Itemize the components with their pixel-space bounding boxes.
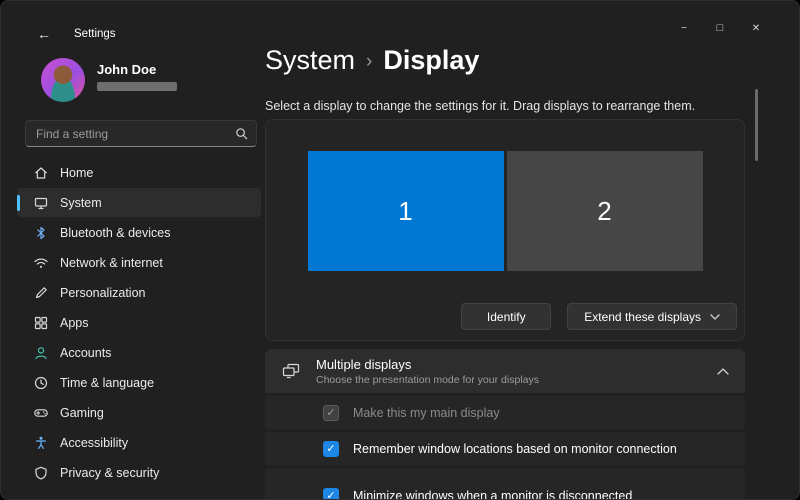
sidebar-item-label: Personalization	[60, 286, 145, 300]
gamepad-icon	[33, 405, 49, 421]
sidebar-item-label: Bluetooth & devices	[60, 226, 171, 240]
user-name: John Doe	[97, 62, 156, 77]
sidebar-item-label: Network & internet	[60, 256, 163, 270]
sidebar-item-label: Accessibility	[60, 436, 128, 450]
avatar	[41, 58, 85, 102]
sidebar-item-label: Accounts	[60, 346, 111, 360]
sidebar-item-label: Home	[60, 166, 93, 180]
option-make-main-display: ✓ Make this my main display	[265, 396, 745, 429]
display-1[interactable]: 1	[308, 151, 504, 271]
search-icon[interactable]	[234, 126, 249, 141]
extend-displays-label: Extend these displays	[584, 310, 701, 324]
multiple-displays-icon	[281, 361, 301, 381]
scrollbar-thumb[interactable]	[755, 89, 758, 161]
titlebar: ← Settings	[31, 23, 116, 45]
settings-window: ← Settings − □ ✕ John Doe Home	[0, 0, 800, 500]
window-controls: − □ ✕	[666, 15, 774, 41]
sidebar-item-accounts[interactable]: Accounts	[17, 338, 261, 367]
checkbox-make-main-display[interactable]: ✓	[323, 405, 339, 421]
sidebar-item-label: Gaming	[60, 406, 104, 420]
checkbox-minimize-windows[interactable]: ✓	[323, 488, 339, 500]
sidebar-item-personalization[interactable]: Personalization	[17, 278, 261, 307]
sidebar-item-privacy-security[interactable]: Privacy & security	[17, 458, 261, 487]
maximize-button[interactable]: □	[702, 15, 738, 41]
sidebar-item-label: Time & language	[60, 376, 154, 390]
display-description: Select a display to change the settings …	[265, 99, 695, 113]
sidebar-nav: Home System Bluetooth & devices Net	[17, 158, 261, 488]
sidebar-item-home[interactable]: Home	[17, 158, 261, 187]
minimize-button[interactable]: −	[666, 15, 702, 41]
home-icon	[33, 165, 49, 181]
chevron-down-icon	[710, 314, 720, 320]
sidebar-item-apps[interactable]: Apps	[17, 308, 261, 337]
user-profile[interactable]: John Doe	[41, 58, 261, 106]
expander-subtitle: Choose the presentation mode for your di…	[316, 374, 702, 386]
page-title: Display	[383, 45, 479, 76]
multiple-displays-expander[interactable]: Multiple displays Choose the presentatio…	[265, 349, 745, 393]
identify-button[interactable]: Identify	[461, 303, 551, 330]
display-actions: Identify Extend these displays	[461, 303, 737, 330]
apps-icon	[33, 315, 49, 331]
chevron-up-icon[interactable]	[717, 368, 729, 375]
clock-icon	[33, 375, 49, 391]
sidebar-item-label: System	[60, 196, 102, 210]
shield-icon	[33, 465, 49, 481]
user-account-redacted	[97, 82, 177, 91]
breadcrumb-system[interactable]: System	[265, 45, 355, 76]
back-button[interactable]: ←	[31, 23, 57, 45]
bluetooth-icon	[33, 225, 49, 241]
app-title: Settings	[74, 28, 116, 40]
display-arrangement-card: 1 2 Identify Extend these displays	[265, 119, 745, 341]
wifi-icon	[33, 255, 49, 271]
sidebar-item-system[interactable]: System	[17, 188, 261, 217]
extend-displays-dropdown[interactable]: Extend these displays	[567, 303, 737, 330]
close-button[interactable]: ✕	[738, 15, 774, 41]
sidebar-item-network-internet[interactable]: Network & internet	[17, 248, 261, 277]
breadcrumb-separator: ›	[366, 48, 372, 73]
search-box	[25, 120, 257, 147]
system-icon	[33, 195, 49, 211]
search-input[interactable]	[25, 120, 257, 147]
sidebar-item-label: Privacy & security	[60, 466, 159, 480]
sidebar-item-time-language[interactable]: Time & language	[17, 368, 261, 397]
expander-text: Multiple displays Choose the presentatio…	[316, 357, 702, 386]
breadcrumb: System › Display	[265, 45, 479, 76]
accounts-icon	[33, 345, 49, 361]
option-label: Minimize windows when a monitor is disco…	[353, 489, 632, 500]
sidebar-item-label: Apps	[60, 316, 89, 330]
checkbox-remember-window-locations[interactable]: ✓	[323, 441, 339, 457]
selected-indicator	[17, 195, 20, 211]
sidebar-item-accessibility[interactable]: Accessibility	[17, 428, 261, 457]
expander-title: Multiple displays	[316, 357, 702, 372]
option-minimize-windows: ✓ Minimize windows when a monitor is dis…	[265, 468, 745, 500]
monitor-preview: 1 2	[266, 151, 744, 271]
option-label: Make this my main display	[353, 406, 500, 420]
sidebar-item-bluetooth-devices[interactable]: Bluetooth & devices	[17, 218, 261, 247]
option-remember-window-locations: ✓ Remember window locations based on mon…	[265, 432, 745, 465]
option-label: Remember window locations based on monit…	[353, 442, 677, 456]
sidebar-item-gaming[interactable]: Gaming	[17, 398, 261, 427]
display-1-number: 1	[398, 196, 412, 227]
display-2-number: 2	[597, 196, 611, 227]
display-2[interactable]: 2	[507, 151, 703, 271]
accessibility-icon	[33, 435, 49, 451]
personalization-icon	[33, 285, 49, 301]
